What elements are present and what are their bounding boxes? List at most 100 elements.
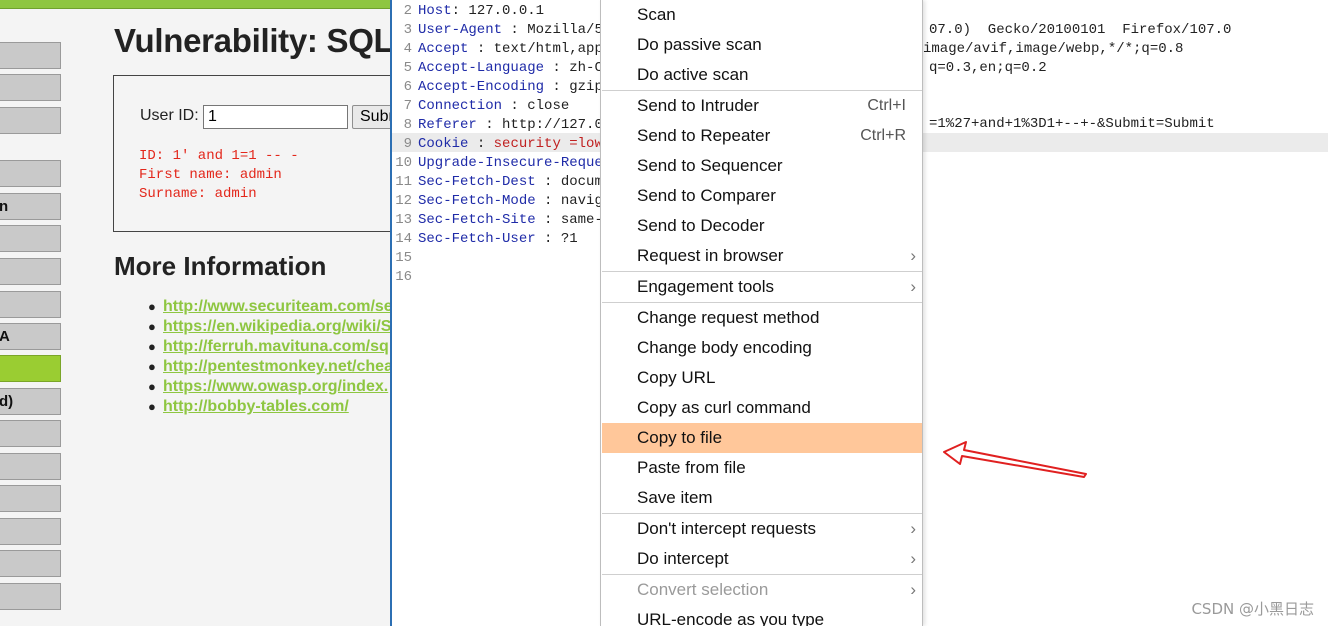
reference-link[interactable]: http://pentestmonkey.net/chea — [163, 358, 392, 375]
reference-link[interactable]: http://www.securiteam.com/se — [163, 298, 392, 315]
menu-item-do-passive-scan[interactable]: Do passive scan — [602, 30, 922, 60]
menu-item-url-encode-as-you-type[interactable]: URL-encode as you type — [602, 605, 922, 626]
menu-item-convert-selection: Convert selection › — [602, 575, 922, 605]
accept-language-tail: q=0.3,en;q=0.2 — [929, 60, 1047, 76]
bullet-icon: ● — [148, 399, 156, 414]
header-separator: : — [544, 79, 570, 95]
header-separator: : — [468, 41, 494, 57]
menu-item-request-in-browser[interactable]: Request in browser › — [602, 241, 922, 271]
page-title: Vulnerability: SQL — [114, 22, 392, 59]
menu-item-label: Do passive scan — [637, 35, 762, 54]
reference-link[interactable]: https://www.owasp.org/index. — [163, 378, 388, 395]
header-separator: : — [535, 212, 561, 228]
menu-item-paste-from-file[interactable]: Paste from file — [602, 453, 922, 483]
sidebar-menu-button[interactable]: n — [0, 193, 61, 220]
line-number: 11 — [395, 174, 412, 190]
menu-item-send-to-sequencer[interactable]: Send to Sequencer — [602, 151, 922, 181]
user-id-label: User ID: — [140, 107, 199, 124]
header-name: Accept-Language — [418, 60, 545, 76]
menu-item-label: URL-encode as you type — [637, 610, 825, 626]
header-name: Connection — [418, 98, 503, 114]
reference-link[interactable]: http://ferruh.mavituna.com/sq — [163, 338, 389, 355]
header-value: 127.0.0.1 — [468, 3, 545, 19]
sidebar-menu-button[interactable] — [0, 518, 61, 545]
header-name: Accept — [418, 41, 469, 57]
dvwa-page: n Ad) Vulnerability: SQL User ID: 1 Submi… — [0, 0, 392, 626]
header-value: text/html,appl — [493, 41, 612, 57]
menu-item-send-to-repeater[interactable]: Send to Repeater Ctrl+R — [602, 121, 922, 151]
reference-link-item: ● https://en.wikipedia.org/wiki/S — [148, 318, 391, 336]
bullet-icon: ● — [148, 299, 156, 314]
reference-link[interactable]: http://bobby-tables.com/ — [163, 398, 349, 415]
menu-item-change-body-encoding[interactable]: Change body encoding — [602, 333, 922, 363]
header-value: close — [527, 98, 570, 114]
menu-item-do-active-scan[interactable]: Do active scan — [602, 60, 922, 90]
more-information-heading: More Information — [114, 251, 327, 281]
sidebar-menu-button[interactable] — [0, 291, 61, 318]
header-name: Host — [418, 3, 452, 19]
bullet-icon: ● — [148, 339, 156, 354]
menu-item-scan[interactable]: Scan — [602, 0, 922, 30]
menu-item-send-to-decoder[interactable]: Send to Decoder — [602, 211, 922, 241]
sidebar-menu-button[interactable] — [0, 107, 61, 134]
result-first-name-line: First name: admin — [139, 167, 282, 183]
sidebar-menu-button[interactable] — [0, 225, 61, 252]
menu-shortcut: Ctrl+I — [867, 97, 906, 114]
submit-button[interactable]: Submit — [352, 105, 392, 129]
menu-item-change-request-method[interactable]: Change request method — [602, 303, 922, 333]
sidebar-menu-button[interactable] — [0, 74, 61, 101]
user-agent-tail: 07.0) Gecko/20100101 Firefox/107.0 — [929, 22, 1232, 38]
user-id-input[interactable]: 1 — [203, 105, 348, 129]
menu-item-do-intercept[interactable]: Do intercept › — [602, 544, 922, 574]
chevron-right-icon: › — [910, 519, 916, 538]
sidebar-menu-button[interactable] — [0, 453, 61, 480]
reference-link-item: ● https://www.owasp.org/index. — [148, 378, 388, 396]
menu-item-label: Send to Intruder — [637, 96, 759, 115]
menu-item-send-to-intruder[interactable]: Send to Intruder Ctrl+I — [602, 91, 922, 121]
chevron-right-icon: › — [910, 580, 916, 599]
sidebar-menu-button[interactable] — [0, 258, 61, 285]
header-name: Accept-Encoding — [418, 79, 545, 95]
line-number: 3 — [403, 22, 412, 38]
menu-item-send-to-comparer[interactable]: Send to Comparer — [602, 181, 922, 211]
header-value: gzip — [569, 79, 603, 95]
menu-item-copy-url[interactable]: Copy URL — [602, 363, 922, 393]
line-number: 12 — [395, 193, 412, 209]
menu-item-label: Do active scan — [637, 65, 749, 84]
sidebar-menu-button[interactable]: d) — [0, 388, 61, 415]
sidebar-menu-button[interactable] — [0, 355, 61, 382]
menu-shortcut: Ctrl+R — [860, 127, 906, 144]
menu-item-label: Change body encoding — [637, 338, 812, 357]
menu-item-label: Scan — [637, 5, 676, 24]
sidebar-menu-button[interactable] — [0, 160, 61, 187]
menu-item-copy-as-curl-command[interactable]: Copy as curl command — [602, 393, 922, 423]
header-name: User-Agent — [418, 22, 503, 38]
chevron-right-icon: › — [910, 246, 916, 265]
reference-link-item: ● http://ferruh.mavituna.com/sq — [148, 338, 389, 356]
result-id-line: ID: 1' and 1=1 -- - — [139, 148, 299, 164]
menu-item-engagement-tools[interactable]: Engagement tools › — [602, 272, 922, 302]
result-surname-line: Surname: admin — [139, 186, 257, 202]
menu-item-save-item[interactable]: Save item — [602, 483, 922, 513]
sidebar-menu-button[interactable]: A — [0, 323, 61, 350]
reference-link[interactable]: https://en.wikipedia.org/wiki/S — [163, 318, 391, 335]
sidebar-menu-button[interactable] — [0, 420, 61, 447]
menu-item-label: Copy URL — [637, 368, 716, 387]
header-name: Sec-Fetch-Site — [418, 212, 536, 228]
referer-tail: =1%27+and+1%3D1+--+-&Submit=Submit — [929, 116, 1215, 132]
sidebar-menu-button[interactable] — [0, 485, 61, 512]
reference-link-item: ● http://www.securiteam.com/se — [148, 298, 392, 316]
menu-item-don-t-intercept-requests[interactable]: Don't intercept requests › — [602, 514, 922, 544]
line-number: 15 — [395, 250, 412, 266]
header-value: http://127.0. — [502, 117, 612, 133]
dvwa-header-bar — [0, 0, 392, 9]
sidebar-menu-button[interactable] — [0, 42, 61, 69]
header-name: Sec-Fetch-User — [418, 231, 536, 247]
menu-item-copy-to-file[interactable]: Copy to file — [602, 423, 922, 453]
sidebar-menu-button[interactable] — [0, 583, 61, 610]
menu-item-label: Send to Comparer — [637, 186, 776, 205]
header-separator: : — [535, 174, 561, 190]
line-number: 10 — [395, 155, 412, 171]
sidebar-menu-button[interactable] — [0, 550, 61, 577]
header-separator: : — [535, 231, 561, 247]
